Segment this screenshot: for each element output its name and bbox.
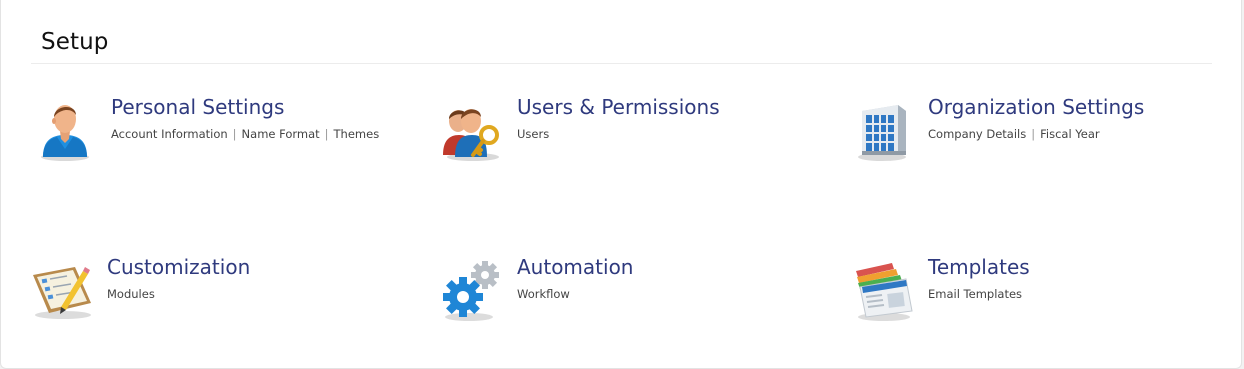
tile-users-permissions: Users & Permissions Users xyxy=(441,95,841,187)
themes-link[interactable]: Themes xyxy=(334,127,380,141)
separator: | xyxy=(232,127,237,141)
users-permissions-sublinks: Users xyxy=(517,127,549,141)
checklist-pencil-icon[interactable] xyxy=(31,257,97,323)
building-icon[interactable] xyxy=(852,97,918,163)
company-details-link[interactable]: Company Details xyxy=(928,127,1026,141)
users-permissions-link[interactable]: Users & Permissions xyxy=(517,95,720,119)
templates-sublinks: Email Templates xyxy=(928,287,1022,301)
page-title: Setup xyxy=(41,29,109,55)
email-templates-link[interactable]: Email Templates xyxy=(928,287,1022,301)
workflow-link[interactable]: Workflow xyxy=(517,287,570,301)
tile-automation: Automation Workflow xyxy=(441,255,841,347)
organization-settings-sublinks: Company Details | Fiscal Year xyxy=(928,127,1100,141)
tile-customization: Customization Modules xyxy=(31,255,431,347)
user-icon[interactable] xyxy=(35,97,101,163)
customization-sublinks: Modules xyxy=(107,287,155,301)
title-divider xyxy=(31,63,1212,64)
automation-link[interactable]: Automation xyxy=(517,255,633,279)
templates-icon[interactable] xyxy=(852,257,918,323)
tile-personal-settings: Personal Settings Account Information | Na… xyxy=(35,95,435,187)
personal-settings-sublinks: Account Information | Name Format | Themes xyxy=(111,127,379,141)
account-information-link[interactable]: Account Information xyxy=(111,127,228,141)
separator: | xyxy=(324,127,329,141)
users-link[interactable]: Users xyxy=(517,127,549,141)
tile-organization-settings: Organization Settings Company Details | Fi… xyxy=(852,95,1244,187)
organization-settings-link[interactable]: Organization Settings xyxy=(928,95,1144,119)
tile-templates: Templates Email Templates xyxy=(852,255,1244,347)
users-key-icon[interactable] xyxy=(441,97,507,163)
templates-link[interactable]: Templates xyxy=(928,255,1030,279)
fiscal-year-link[interactable]: Fiscal Year xyxy=(1040,127,1100,141)
modules-link[interactable]: Modules xyxy=(107,287,155,301)
name-format-link[interactable]: Name Format xyxy=(242,127,320,141)
gears-icon[interactable] xyxy=(441,257,507,323)
setup-panel: Setup Personal Settings Account Informat… xyxy=(0,0,1242,369)
automation-sublinks: Workflow xyxy=(517,287,570,301)
separator: | xyxy=(1031,127,1036,141)
personal-settings-link[interactable]: Personal Settings xyxy=(111,95,284,119)
customization-link[interactable]: Customization xyxy=(107,255,250,279)
